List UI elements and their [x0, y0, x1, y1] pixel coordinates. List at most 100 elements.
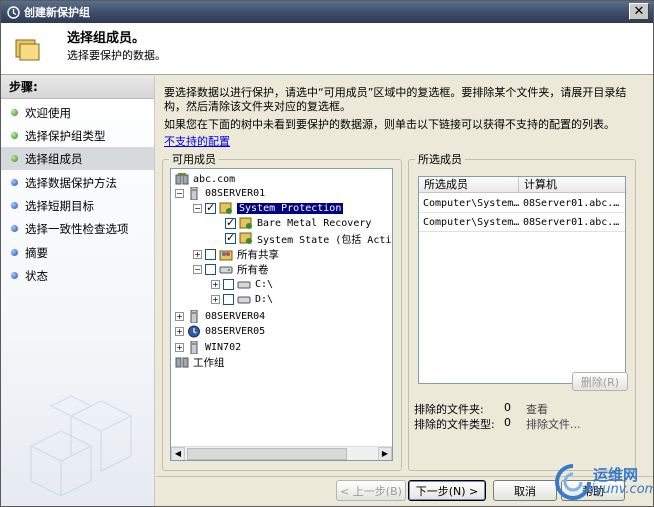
expand-toggle[interactable]: +	[211, 295, 220, 304]
system-state-checkbox[interactable]	[225, 231, 236, 244]
step-pending-icon	[11, 202, 18, 209]
expand-toggle[interactable]: +	[193, 250, 202, 259]
selected-members-list[interactable]: 所选成员 计算机 Computer\System… 08Server01.abc…	[418, 176, 626, 384]
steps-heading: 步骤:	[1, 76, 154, 99]
sidebar-item-group-members[interactable]: 选择组成员	[1, 147, 154, 170]
tree-node-domain[interactable]: abc.com	[175, 172, 235, 187]
instructions-text: 要选择数据以进行保护，请选中“可用成员”区域中的复选框。要排除某个文件夹，请展开…	[164, 86, 627, 113]
sidebar-item-protection-method[interactable]: 选择数据保护方法	[1, 171, 154, 194]
sidebar-item-label: 选择数据保护方法	[25, 175, 117, 190]
page-title: 选择组成员。	[67, 31, 146, 46]
volume-icon	[219, 263, 233, 276]
tree-node-all-volumes[interactable]: − 所有卷	[193, 262, 269, 277]
drive-c-checkbox[interactable]	[223, 279, 234, 290]
sidebar-item-summary[interactable]: 摘要	[1, 241, 154, 264]
view-excluded-folders-link[interactable]: 查看	[526, 401, 548, 417]
step-done-icon	[11, 132, 18, 139]
tree-node-drive-d[interactable]: + D:\	[211, 292, 273, 307]
sidebar-item-short-term-goals[interactable]: 选择短期目标	[1, 194, 154, 217]
server-icon	[187, 340, 201, 355]
sidebar-item-label: 欢迎使用	[25, 105, 71, 120]
expand-toggle[interactable]: +	[175, 327, 184, 336]
close-button[interactable]: ✕	[629, 3, 649, 20]
table-row[interactable]: Computer\System… 08Server01.abc.…	[419, 214, 625, 232]
remove-button[interactable]: 删除(R)	[572, 372, 628, 391]
sidebar-item-label: 状态	[25, 268, 48, 283]
tree-node-server[interactable]: + 08SERVER04	[175, 309, 265, 324]
tree-node-drive-c[interactable]: + C:\	[211, 277, 273, 292]
members-tree[interactable]: abc.com − 08SERVER01 − System Protection…	[170, 168, 393, 461]
page-subtitle: 选择要保护的数据。	[67, 49, 166, 62]
dpm-server-icon	[187, 325, 201, 338]
expand-toggle[interactable]: +	[175, 312, 184, 321]
tree-horizontal-scrollbar[interactable]: ◀ ▶	[171, 446, 392, 460]
tree-node-workgroup[interactable]: 工作组	[175, 355, 225, 370]
server-icon	[187, 186, 201, 201]
collapse-toggle[interactable]: −	[193, 265, 202, 274]
tree-node-all-shares[interactable]: + 所有共享	[193, 247, 279, 262]
system-protection-icon	[239, 232, 253, 245]
drive-d-checkbox[interactable]	[223, 294, 234, 305]
step-current-icon	[11, 155, 18, 162]
selected-members-label: 所选成员	[418, 153, 462, 166]
tree-node-server[interactable]: + 08SERVER05	[175, 324, 265, 339]
share-icon	[219, 248, 233, 261]
tree-node-bare-metal[interactable]: Bare Metal Recovery	[225, 216, 371, 231]
list-header: 所选成员 计算机	[419, 177, 625, 193]
column-header-member[interactable]: 所选成员	[419, 177, 519, 193]
expand-toggle[interactable]: +	[211, 280, 220, 289]
bare-metal-checkbox[interactable]	[225, 216, 236, 229]
all-shares-checkbox[interactable]	[205, 249, 216, 260]
unsupported-hint-text: 如果您在下面的树中未看到要保护的数据源，则单击以下链接可以获得不支持的配置的列表…	[164, 118, 615, 131]
unsupported-config-link[interactable]: 不支持的配置	[164, 133, 230, 149]
excluded-folders-label: 排除的文件夹:	[414, 403, 484, 416]
main-content: 要选择数据以进行保护，请选中“可用成员”区域中的复选框。要排除某个文件夹，请展开…	[156, 76, 653, 476]
scroll-left-icon[interactable]: ◀	[171, 447, 185, 460]
sidebar-item-consistency-check[interactable]: 选择一致性检查选项	[1, 217, 154, 240]
excluded-types-count: 0	[504, 416, 511, 429]
collapse-toggle[interactable]: −	[193, 204, 202, 213]
collapse-toggle[interactable]: −	[175, 189, 184, 198]
system-protection-checkbox[interactable]	[205, 201, 216, 214]
excluded-types-label: 排除的文件类型:	[414, 418, 495, 431]
tree-node-server[interactable]: − 08SERVER01	[175, 186, 265, 201]
title-bar[interactable]: 创建新保护组 ✕	[1, 1, 653, 23]
tree-node-server[interactable]: + WIN702	[175, 340, 241, 355]
cancel-button[interactable]: 取消	[493, 480, 557, 501]
tree-node-system-protection[interactable]: − System Protection	[193, 201, 344, 216]
all-volumes-checkbox[interactable]	[205, 264, 216, 275]
step-pending-icon	[11, 272, 18, 279]
window-title: 创建新保护组	[24, 6, 90, 19]
tree-node-system-state[interactable]: System State (包括 Active	[225, 231, 392, 246]
expand-toggle[interactable]: +	[175, 343, 184, 352]
workgroup-icon	[175, 356, 189, 369]
watermark-logo-icon	[555, 464, 591, 500]
step-done-icon	[11, 109, 18, 116]
sidebar-item-label: 选择一致性检查选项	[25, 221, 129, 236]
steps-sidebar: 步骤: 欢迎使用 选择保护组类型 选择组成员 选择数据保护方法 选择短期目标 选…	[1, 76, 155, 506]
wizard-window: 创建新保护组 ✕ 选择组成员。 选择要保护的数据。 步骤: 欢迎使用 选择保护组…	[0, 0, 654, 507]
sidebar-item-label: 摘要	[25, 245, 48, 260]
sidebar-item-welcome[interactable]: 欢迎使用	[1, 101, 154, 124]
close-icon: ✕	[633, 4, 645, 19]
column-header-computer[interactable]: 计算机	[519, 177, 625, 193]
available-members-label: 可用成员	[172, 153, 216, 166]
exclude-files-link[interactable]: 排除文件...	[526, 416, 581, 432]
system-protection-icon	[239, 217, 253, 230]
sidebar-item-label: 选择保护组类型	[25, 128, 106, 143]
system-protection-icon	[219, 202, 233, 215]
next-button[interactable]: 下一步(N) >	[408, 480, 486, 501]
step-pending-icon	[11, 179, 18, 186]
folder-icon	[15, 37, 41, 61]
scroll-thumb[interactable]	[187, 448, 347, 460]
servers-decoration-icon	[29, 395, 133, 496]
dpm-app-icon	[6, 5, 20, 19]
scroll-right-icon[interactable]: ▶	[378, 447, 392, 460]
sidebar-item-label: 选择短期目标	[25, 198, 94, 213]
sidebar-item-status[interactable]: 状态	[1, 264, 154, 287]
step-pending-icon	[11, 225, 18, 232]
table-row[interactable]: Computer\System… 08Server01.abc.…	[419, 195, 625, 213]
back-button[interactable]: < 上一步(B)	[336, 480, 406, 501]
sidebar-item-group-type[interactable]: 选择保护组类型	[1, 124, 154, 147]
domain-icon	[175, 173, 189, 186]
